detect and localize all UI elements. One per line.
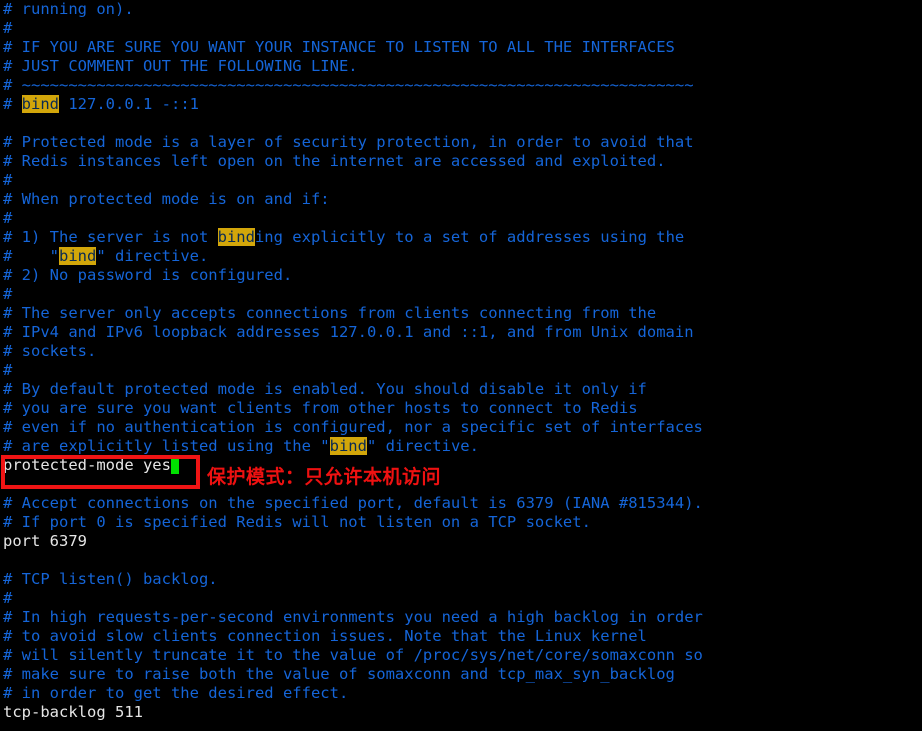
code-line: # in order to get the desired effect. <box>3 684 922 703</box>
comment-text: # Accept connections on the specified po… <box>3 494 703 512</box>
comment-text: # If port 0 is specified Redis will not … <box>3 513 591 531</box>
code-line: port 6379 <box>3 532 922 551</box>
code-line: # Accept connections on the specified po… <box>3 494 922 513</box>
code-line: # are explicitly listed using the "bind"… <box>3 437 922 456</box>
search-match-highlight: bind <box>329 437 367 455</box>
chinese-annotation-label: 保护模式：只允许本机访问 <box>207 466 442 488</box>
comment-text: # 2) No password is configured. <box>3 266 293 284</box>
comment-text: # Redis instances left open on the inter… <box>3 152 666 170</box>
comment-text: ing explicitly to a set of addresses usi… <box>254 228 685 246</box>
comment-text: # IPv4 and IPv6 loopback addresses 127.0… <box>3 323 694 341</box>
text-cursor <box>170 458 180 474</box>
code-line: # bind 127.0.0.1 -::1 <box>3 95 922 114</box>
comment-text: # By default protected mode is enabled. … <box>3 380 647 398</box>
comment-text: # <box>3 285 13 303</box>
comment-text: # you are sure you want clients from oth… <box>3 399 638 417</box>
comment-text: # make sure to raise both the value of s… <box>3 665 675 683</box>
code-line: # make sure to raise both the value of s… <box>3 665 922 684</box>
code-line: # <box>3 589 922 608</box>
comment-text: # running on). <box>3 0 134 18</box>
comment-text: # <box>3 361 13 379</box>
comment-text: # Protected mode is a layer of security … <box>3 133 694 151</box>
config-file-text[interactable]: # running on). # # IF YOU ARE SURE YOU WAN… <box>0 0 922 722</box>
config-directive: protected-mode yes <box>3 456 171 474</box>
code-line: # 2) No password is configured. <box>3 266 922 285</box>
code-line: # The server only accepts connections fr… <box>3 304 922 323</box>
comment-text: # even if no authentication is configure… <box>3 418 703 436</box>
terminal-window[interactable]: # running on). # # IF YOU ARE SURE YOU WAN… <box>0 0 922 731</box>
code-line: # to avoid slow clients connection issue… <box>3 627 922 646</box>
code-line: # sockets. <box>3 342 922 361</box>
comment-text: # <box>3 171 13 189</box>
code-line: # <box>3 19 922 38</box>
code-line: # TCP listen() backlog. <box>3 570 922 589</box>
comment-text: # The server only accepts connections fr… <box>3 304 657 322</box>
comment-text: # <box>3 19 13 37</box>
code-line: # When protected mode is on and if: <box>3 190 922 209</box>
config-directive: tcp-backlog 511 <box>3 703 143 721</box>
code-line: protected-mode yes <box>3 456 922 475</box>
code-line: # 1) The server is not binding explicitl… <box>3 228 922 247</box>
comment-text: # 1) The server is not <box>3 228 218 246</box>
code-line: # IPv4 and IPv6 loopback addresses 127.0… <box>3 323 922 342</box>
comment-text: # sockets. <box>3 342 97 360</box>
comment-text: # " <box>3 247 59 265</box>
code-line: # Redis instances left open on the inter… <box>3 152 922 171</box>
code-line: # even if no authentication is configure… <box>3 418 922 437</box>
comment-text: " directive. <box>366 437 479 455</box>
code-line: # If port 0 is specified Redis will not … <box>3 513 922 532</box>
search-match-highlight: bind <box>21 95 59 113</box>
comment-text: # <box>3 589 13 607</box>
code-line: # <box>3 285 922 304</box>
comment-text: " directive. <box>96 247 209 265</box>
comment-text: # in order to get the desired effect. <box>3 684 349 702</box>
code-line: # <box>3 361 922 380</box>
code-line: # In high requests-per-second environmen… <box>3 608 922 627</box>
code-line: # <box>3 209 922 228</box>
comment-text: # When protected mode is on and if: <box>3 190 330 208</box>
comment-text: # ~~~~~~~~~~~~~~~~~~~~~~~~~~~~~~~~~~~~~~… <box>3 76 694 94</box>
comment-text: # will silently truncate it to the value… <box>3 646 703 664</box>
comment-text: # In high requests-per-second environmen… <box>3 608 703 626</box>
code-line: # running on). <box>3 0 922 19</box>
code-line: # By default protected mode is enabled. … <box>3 380 922 399</box>
code-line: # will silently truncate it to the value… <box>3 646 922 665</box>
comment-text: 127.0.0.1 -::1 <box>59 95 199 113</box>
config-directive: port 6379 <box>3 532 87 550</box>
search-match-highlight: bind <box>59 247 97 265</box>
comment-text: # JUST COMMENT OUT THE FOLLOWING LINE. <box>3 57 358 75</box>
code-line: # IF YOU ARE SURE YOU WANT YOUR INSTANCE… <box>3 38 922 57</box>
code-line: # JUST COMMENT OUT THE FOLLOWING LINE. <box>3 57 922 76</box>
code-line: # Protected mode is a layer of security … <box>3 133 922 152</box>
code-line: # "bind" directive. <box>3 247 922 266</box>
comment-text: # IF YOU ARE SURE YOU WANT YOUR INSTANCE… <box>3 38 675 56</box>
comment-text: # <box>3 95 22 113</box>
comment-text: # are explicitly listed using the " <box>3 437 330 455</box>
code-line: # ~~~~~~~~~~~~~~~~~~~~~~~~~~~~~~~~~~~~~~… <box>3 76 922 95</box>
comment-text: # <box>3 209 13 227</box>
search-match-highlight: bind <box>217 228 255 246</box>
code-line: # <box>3 171 922 190</box>
code-line: tcp-backlog 511 <box>3 703 922 722</box>
comment-text: # to avoid slow clients connection issue… <box>3 627 647 645</box>
comment-text: # TCP listen() backlog. <box>3 570 218 588</box>
code-line: # you are sure you want clients from oth… <box>3 399 922 418</box>
